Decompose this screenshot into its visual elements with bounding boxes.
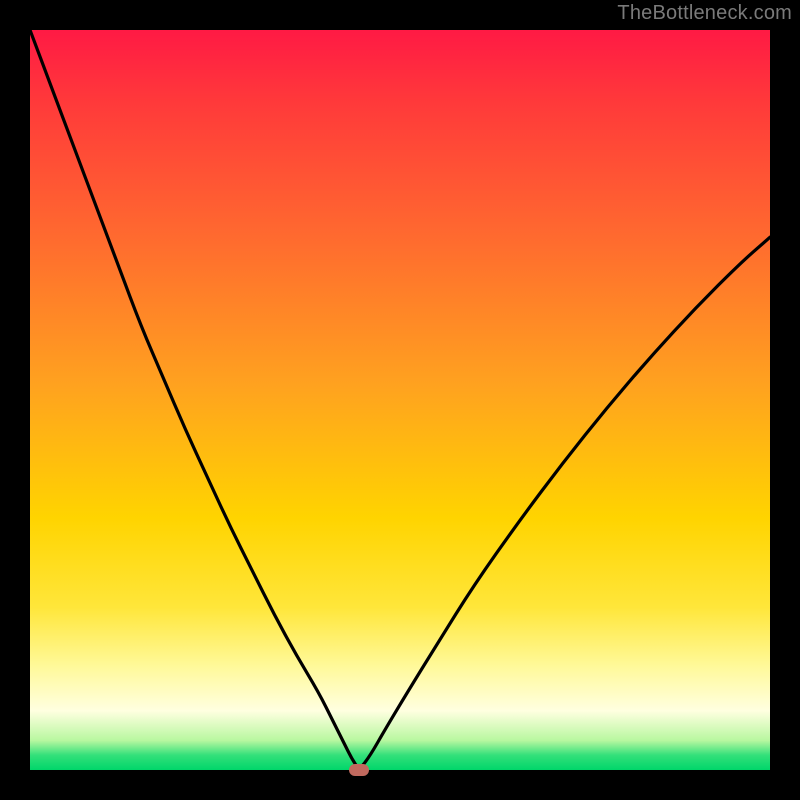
watermark-text: TheBottleneck.com [617, 2, 792, 25]
chart-frame: TheBottleneck.com [0, 0, 800, 800]
gradient-plot-area [30, 30, 770, 770]
